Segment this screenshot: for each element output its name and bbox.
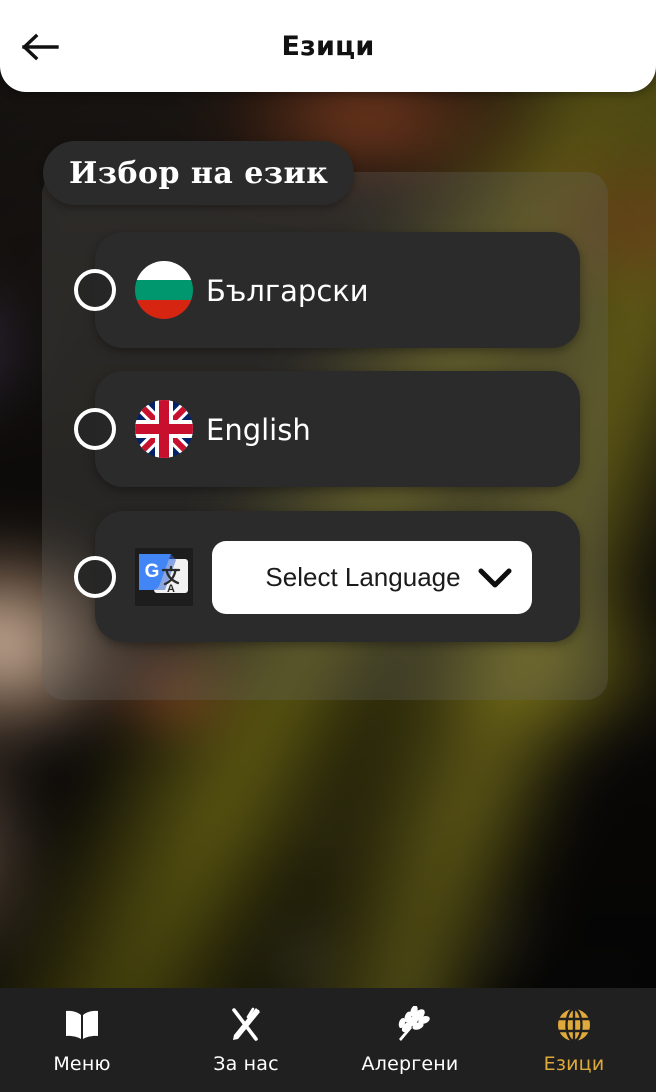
globe-icon [554, 1006, 594, 1044]
page-title: Езици [281, 30, 375, 62]
nav-item-about[interactable]: За нас [164, 988, 328, 1092]
language-label-english: English [206, 413, 311, 447]
nav-label-menu: Меню [53, 1052, 111, 1075]
radio-bulgarian[interactable] [74, 269, 116, 311]
language-label-bulgarian: Български [206, 274, 369, 308]
nav-label-allergens: Алергени [361, 1052, 459, 1075]
nav-item-languages[interactable]: Езици [492, 988, 656, 1092]
uk-flag-icon [135, 400, 193, 458]
radio-english[interactable] [74, 408, 116, 450]
app-header: Езици [0, 0, 656, 92]
bottom-navigation: Меню За нас Алергени Езици [0, 988, 656, 1092]
nav-item-menu[interactable]: Меню [0, 988, 164, 1092]
cutlery-icon [226, 1006, 266, 1044]
nav-item-allergens[interactable]: Алергени [328, 988, 492, 1092]
nav-label-about: За нас [213, 1052, 279, 1075]
google-translate-icon: G A [135, 548, 193, 606]
radio-google-translate[interactable] [74, 556, 116, 598]
book-icon [62, 1006, 102, 1044]
nav-label-languages: Езици [543, 1052, 605, 1075]
wheat-icon [390, 1005, 430, 1044]
app-screen: Езици Избор на език Български English G … [0, 0, 656, 1092]
bulgaria-flag-icon [135, 261, 193, 319]
svg-text:G: G [145, 561, 160, 582]
select-language-dropdown[interactable]: Select Language [212, 541, 532, 614]
chevron-down-icon [478, 561, 512, 595]
section-title: Избор на език [43, 141, 355, 205]
svg-text:A: A [167, 583, 175, 595]
